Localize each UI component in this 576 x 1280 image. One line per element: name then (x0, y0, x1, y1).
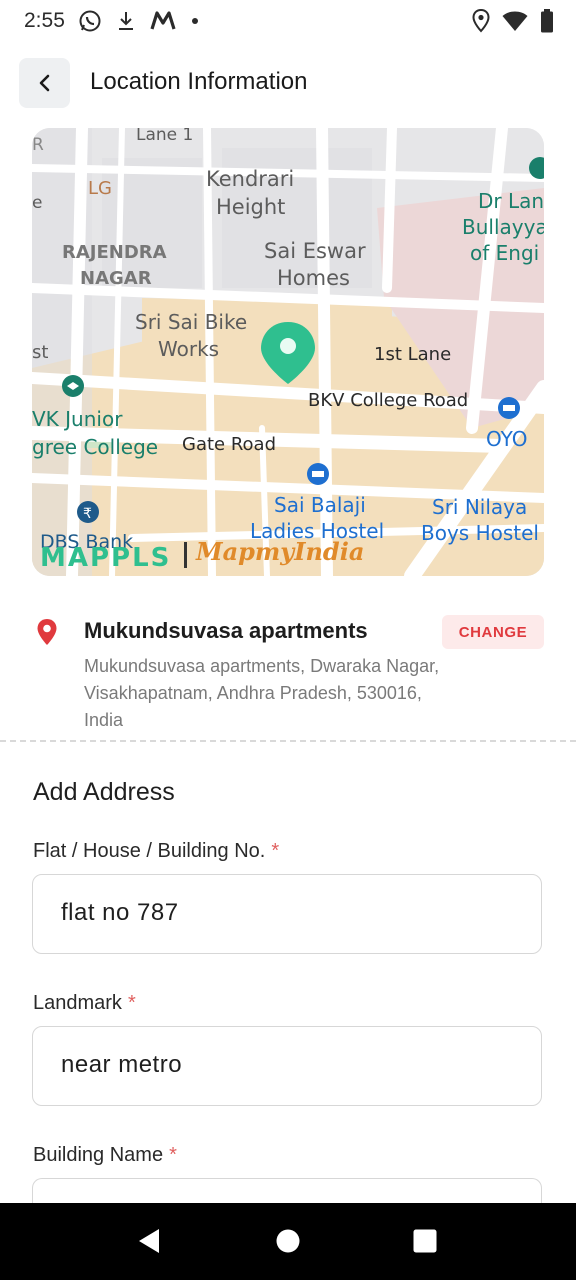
poi-hotel-icon (498, 397, 520, 419)
svg-text:₹: ₹ (83, 506, 92, 522)
map-label-lg: LG (88, 178, 112, 199)
app-bar: Location Information (0, 52, 576, 114)
map-label-bkv-road: BKV College Road (308, 390, 468, 411)
map-label-rajendra: RAJENDRA (62, 242, 167, 263)
map-label-r: R (32, 135, 44, 155)
map-label-sri-nilaya: Sri Nilaya (432, 495, 527, 519)
map-label-works: Works (158, 337, 219, 361)
back-button[interactable] (19, 58, 70, 108)
map-view[interactable]: Lane 1 R e LG Kendrari Height RAJENDRA N… (32, 128, 544, 576)
map-label-1st-lane: 1st Lane (374, 344, 451, 365)
required-mark: * (127, 992, 136, 1014)
map-label-height: Height (216, 195, 285, 219)
required-mark: * (271, 840, 280, 862)
selected-location: Mukundsuvasa apartments CHANGE Mukundsuv… (0, 600, 576, 740)
recents-square-icon[interactable] (412, 1227, 438, 1255)
map-label-gate-road: Gate Road (182, 434, 276, 455)
map-label-bullayya: Bullayya (462, 215, 544, 239)
map-label-kendrari: Kendrari (206, 167, 294, 191)
wifi-icon (502, 11, 528, 31)
poi-school-icon (62, 375, 84, 397)
map-label-college: gree College (32, 435, 158, 459)
page-title: Location Information (90, 68, 308, 95)
brand-mapmyindia: MapmyIndia (195, 537, 364, 566)
landmark-field-label: Landmark * (33, 992, 136, 1015)
flat-field[interactable]: flat no 787 (32, 874, 542, 954)
map-label-sri-sai-bike: Sri Sai Bike (135, 310, 247, 334)
map-label-vk-junior: VK Junior (32, 407, 123, 431)
system-navigation-bar (0, 1203, 576, 1280)
status-bar: 2:55 (0, 0, 576, 44)
flat-field-label-text: Flat / House / Building No. (33, 840, 266, 862)
section-divider (0, 740, 576, 742)
poi-bank-icon: ₹ (77, 501, 99, 523)
location-name: Mukundsuvasa apartments (84, 618, 368, 643)
map-label-dr-lan: Dr Lan (478, 189, 544, 213)
back-triangle-icon[interactable] (136, 1227, 162, 1255)
landmark-field-value[interactable]: near metro (61, 1051, 182, 1079)
landmark-field[interactable]: near metro (32, 1026, 542, 1106)
mappls-m-icon (150, 11, 176, 30)
home-circle-icon[interactable] (275, 1227, 301, 1255)
map-label-of-engi: of Engi (470, 241, 539, 265)
map-label-boys-hostel: Boys Hostel (421, 521, 539, 545)
whatsapp-icon (79, 10, 101, 32)
map-label-st: st (32, 342, 48, 363)
map-marker-icon (37, 619, 57, 645)
location-address: Mukundsuvasa apartments, Dwaraka Nagar, … (84, 656, 440, 730)
required-mark: * (169, 1144, 177, 1166)
map-label-sai-balaji: Sai Balaji (274, 493, 366, 517)
map-label-nagar: NAGAR (80, 268, 152, 289)
download-icon (119, 12, 133, 30)
poi-hotel-icon-2 (307, 463, 329, 485)
map-label-e: e (32, 193, 42, 213)
brand-mappls: MAPPLS (40, 543, 171, 573)
status-notification-icons (78, 9, 200, 33)
map-canvas[interactable]: Lane 1 R e LG Kendrari Height RAJENDRA N… (32, 128, 544, 576)
flat-field-value[interactable]: flat no 787 (61, 899, 179, 927)
landmark-field-label-text: Landmark (33, 992, 122, 1014)
status-system-icons (472, 9, 554, 33)
location-icon (472, 9, 490, 33)
add-address-heading: Add Address (33, 778, 175, 806)
chevron-left-icon (39, 74, 49, 92)
change-location-button[interactable]: CHANGE (442, 615, 544, 649)
map-label-homes: Homes (277, 266, 350, 290)
map-label-sai-eswar: Sai Eswar (264, 239, 366, 263)
battery-icon (541, 9, 553, 33)
map-label-lane1: Lane 1 (136, 128, 193, 145)
map-label-oyo: OYO (486, 427, 528, 451)
brand-divider (184, 542, 187, 568)
status-time: 2:55 (24, 9, 65, 32)
building-name-field-label: Building Name * (33, 1144, 177, 1167)
dot-icon (192, 18, 198, 24)
building-name-field-label-text: Building Name (33, 1144, 164, 1166)
flat-field-label: Flat / House / Building No. * (33, 840, 279, 863)
